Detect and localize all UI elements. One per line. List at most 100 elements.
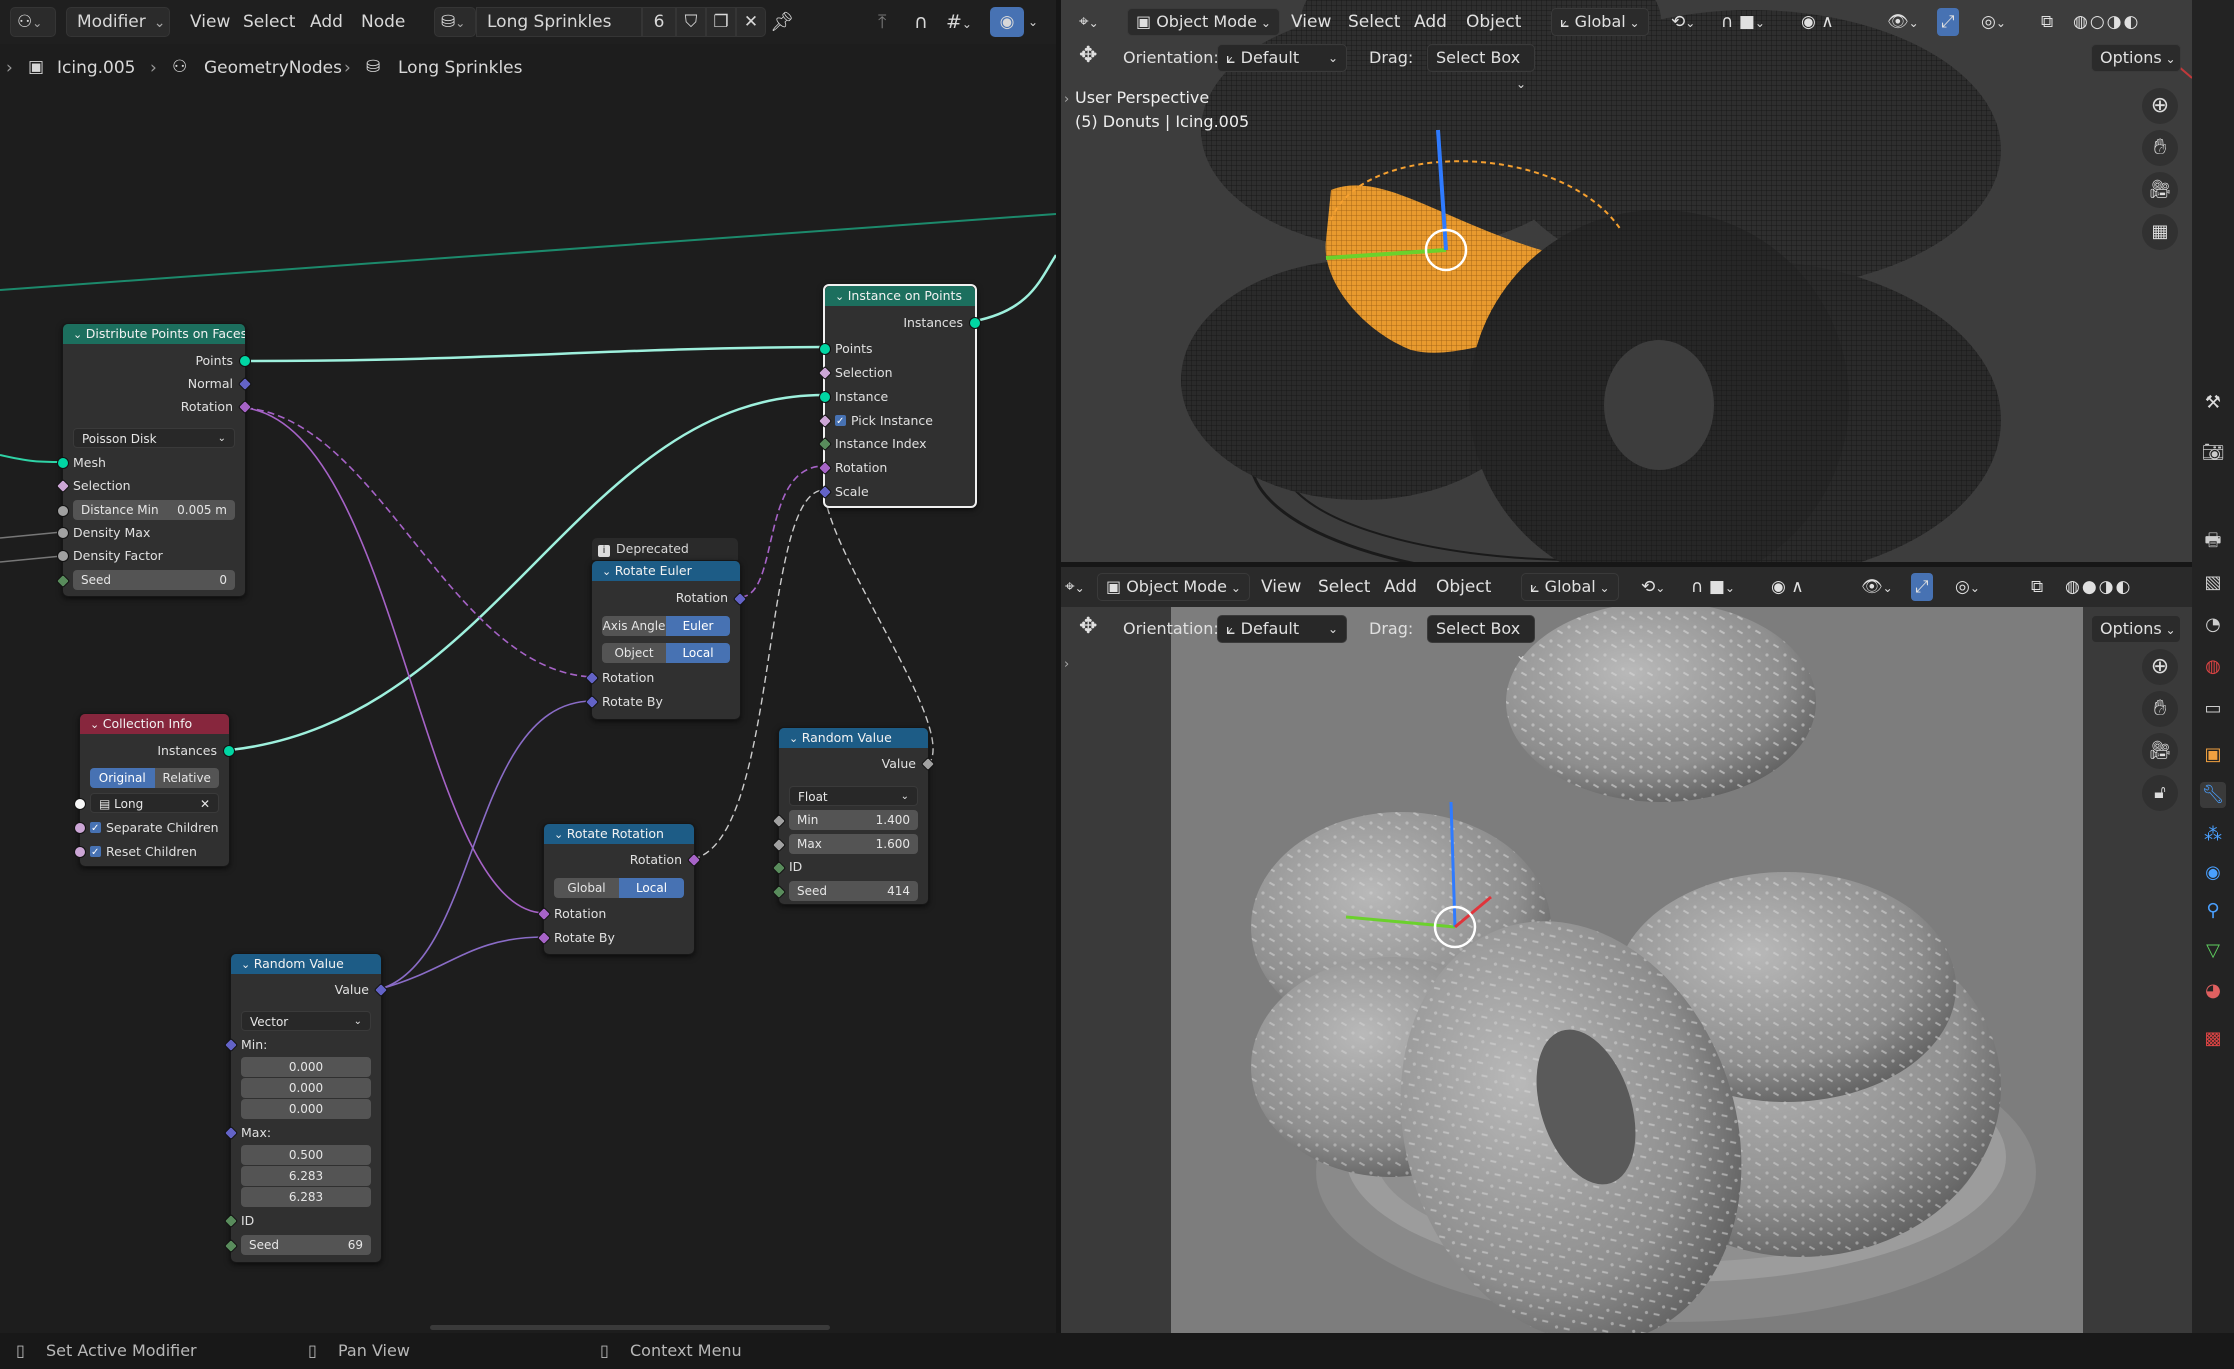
distribute-method-dropdown[interactable]: Poisson Disk ⌄	[73, 428, 235, 448]
socket-separate-children[interactable]	[74, 822, 86, 834]
node-rotate-rotation[interactable]: Rotate Rotation Rotation Global Local Ro…	[536, 823, 702, 955]
options-dropdown[interactable]: Options ⌄	[2091, 615, 2181, 643]
drag-dropdown[interactable]: Select Box ⌄	[1427, 615, 1535, 662]
checkbox-checked-icon[interactable]	[90, 818, 101, 840]
object-button[interactable]: Object	[602, 643, 666, 663]
proportional-editing-icon[interactable]: ◉ ∧	[1771, 573, 1804, 601]
zoom-icon[interactable]: ⊕	[2142, 88, 2178, 124]
node-header[interactable]: Random Value	[779, 728, 928, 748]
max-y-field[interactable]: 6.283	[241, 1166, 371, 1186]
socket-distance-min[interactable]	[57, 505, 69, 517]
pick-instance-checkbox[interactable]: Pick Instance	[825, 410, 975, 433]
node-header[interactable]: Random Value	[231, 954, 381, 974]
xray-icon[interactable]: ⧉	[2031, 573, 2043, 601]
gizmo-icon[interactable]: ⤢	[1911, 573, 1933, 601]
checkbox-checked-icon[interactable]	[835, 411, 846, 433]
view-layer-icon[interactable]: ▧	[2200, 570, 2226, 596]
min-field[interactable]: Min 1.400	[789, 810, 918, 830]
orientation-dropdown[interactable]: ⟀ Default ⌄	[1217, 44, 1347, 72]
min-x-field[interactable]: 0.000	[241, 1057, 371, 1077]
max-field[interactable]: Max 1.600	[789, 834, 918, 854]
transform-space-toggle[interactable]: Original Relative	[90, 768, 219, 788]
particles-icon[interactable]: ⁂	[2200, 822, 2226, 848]
visibility-icon[interactable]: 👁︎⌄	[1861, 573, 1893, 601]
node-header[interactable]: Rotate Euler	[592, 561, 740, 581]
max-z-field[interactable]: 6.283	[241, 1187, 371, 1207]
node-random-value-float[interactable]: Random Value Value Float⌄ Min1.400 Max1.…	[771, 727, 936, 905]
socket-instance[interactable]	[819, 391, 831, 403]
space-toggle[interactable]: Global Local	[554, 878, 684, 898]
data-type-dropdown[interactable]: Vector ⌄	[241, 1011, 371, 1031]
object-properties-icon[interactable]: ▣	[2200, 742, 2226, 768]
zoom-icon[interactable]: ⊕	[2142, 649, 2178, 685]
socket-instances[interactable]	[223, 745, 235, 757]
toolbar-toggle-icon[interactable]: ›	[1064, 92, 1069, 107]
tool-settings-icon[interactable]: ⚒	[2200, 390, 2226, 416]
constraints-icon[interactable]: ⚲	[2200, 898, 2226, 924]
viewport-bottom[interactable]: ⌖⌄ ▣ Object Mode ⌄ View Select Add Objec…	[1061, 567, 2192, 1333]
seed-field[interactable]: Seed 0	[73, 570, 235, 590]
min-z-field[interactable]: 0.000	[241, 1099, 371, 1119]
original-button[interactable]: Original	[90, 768, 155, 788]
socket-mesh[interactable]	[57, 457, 69, 469]
menu-select[interactable]: Select	[1348, 8, 1400, 36]
min-y-field[interactable]: 0.000	[241, 1078, 371, 1098]
editor-type-3d-icon[interactable]: ⌖⌄	[1079, 8, 1099, 36]
pivot-point-icon[interactable]: ⟲⌄	[1671, 8, 1695, 36]
horizontal-scrollbar[interactable]	[430, 1325, 830, 1330]
node-header[interactable]: Rotate Rotation	[544, 824, 694, 844]
menu-view[interactable]: View	[1261, 573, 1301, 601]
pivot-point-icon[interactable]: ⟲⌄	[1641, 573, 1665, 601]
orientation-dropdown[interactable]: ⟀ Default ⌄	[1217, 615, 1347, 643]
collection-field[interactable]: ▤ Long ✕	[90, 793, 219, 813]
snap-icon[interactable]: ∩ ■⌄	[1691, 573, 1735, 601]
viewport-top[interactable]: ⌖⌄ ▣ Object Mode ⌄ View Select Add Objec…	[1061, 0, 2192, 562]
seed-field[interactable]: Seed 414	[789, 881, 918, 901]
drag-dropdown[interactable]: Select Box ⌄	[1427, 44, 1535, 91]
node-header[interactable]: Collection Info	[80, 714, 229, 734]
checkbox-checked-icon[interactable]	[90, 842, 101, 864]
euler-button[interactable]: Euler	[666, 616, 730, 636]
visibility-icon[interactable]: 👁︎⌄	[1887, 8, 1919, 36]
node-rotate-euler[interactable]: Rotate Euler Rotation Axis Angle Euler O…	[584, 560, 748, 720]
socket-density-factor[interactable]	[57, 550, 69, 562]
socket-points[interactable]	[239, 355, 251, 367]
node-collection-info[interactable]: Collection Info Instances Original Relat…	[74, 713, 235, 867]
camera-view-icon[interactable]: 🎥︎	[2142, 172, 2178, 208]
transform-orientation-dropdown[interactable]: ⟀ Global ⌄	[1551, 8, 1649, 36]
transform-gizmo-icon[interactable]: ✥	[1079, 42, 1097, 70]
reset-children-checkbox[interactable]: Reset Children	[80, 841, 229, 864]
node-header[interactable]: Distribute Points on Faces	[63, 324, 245, 344]
socket-reset-children[interactable]	[74, 846, 86, 858]
axis-angle-button[interactable]: Axis Angle	[602, 616, 666, 636]
options-dropdown[interactable]: Options ⌄	[2091, 44, 2181, 72]
menu-select[interactable]: Select	[1318, 573, 1370, 601]
lock-camera-icon[interactable]: 🔓︎	[2142, 775, 2178, 811]
local-button[interactable]: Local	[619, 878, 684, 898]
space-toggle[interactable]: Object Local	[602, 643, 730, 663]
relative-button[interactable]: Relative	[154, 768, 219, 788]
socket-collection[interactable]	[74, 798, 86, 810]
global-button[interactable]: Global	[554, 878, 619, 898]
data-type-dropdown[interactable]: Float ⌄	[789, 786, 918, 806]
menu-object[interactable]: Object	[1436, 573, 1491, 601]
node-random-value-vector[interactable]: Random Value Value Vector⌄ Min: 0.000 0.…	[223, 953, 389, 1263]
menu-add[interactable]: Add	[1414, 8, 1447, 36]
material-icon[interactable]: ◕	[2200, 978, 2226, 1004]
world-icon[interactable]: ◍	[2200, 654, 2226, 680]
gizmo-icon[interactable]: ⤢	[1937, 8, 1959, 36]
modifier-wrench-icon[interactable]: 🔧︎	[2200, 782, 2226, 808]
menu-object[interactable]: Object	[1466, 8, 1521, 36]
object-data-icon[interactable]: ▽	[2200, 938, 2226, 964]
mode-dropdown[interactable]: ▣ Object Mode ⌄	[1097, 573, 1250, 601]
shading-modes-icon[interactable]: ◍●◑◐	[2065, 573, 2132, 601]
node-distribute-points-on-faces[interactable]: Distribute Points on Faces Points Normal…	[55, 323, 253, 597]
socket-density-max[interactable]	[57, 527, 69, 539]
shading-modes-icon[interactable]: ◍○◑◐	[2073, 8, 2140, 36]
physics-icon[interactable]: ◉	[2200, 860, 2226, 886]
pan-hand-icon[interactable]: ✋︎	[2142, 691, 2178, 727]
proportional-editing-icon[interactable]: ◉ ∧	[1801, 8, 1834, 36]
node-header[interactable]: Instance on Points	[825, 286, 975, 306]
max-x-field[interactable]: 0.500	[241, 1145, 371, 1165]
texture-icon[interactable]: ▩	[2200, 1026, 2226, 1052]
